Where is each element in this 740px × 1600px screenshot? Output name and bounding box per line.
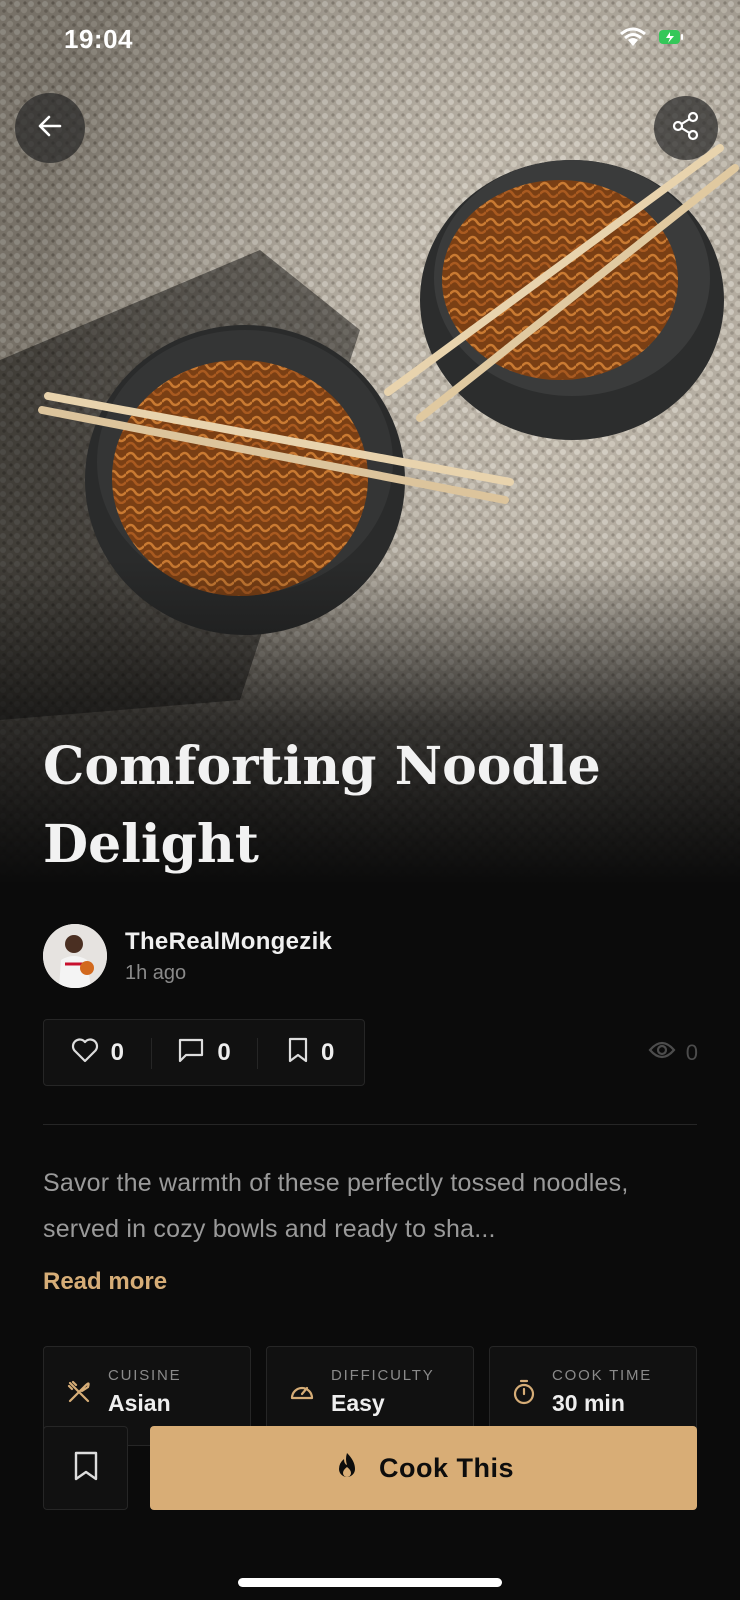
- comment-icon: [177, 1037, 205, 1068]
- wifi-icon: [618, 26, 648, 53]
- like-button[interactable]: 0: [44, 1020, 151, 1085]
- divider: [43, 1124, 697, 1125]
- timer-icon: [512, 1379, 536, 1410]
- save-count: 0: [321, 1038, 335, 1066]
- eye-icon: [648, 1040, 676, 1066]
- recipe-title: Comforting Noodle Delight: [43, 736, 601, 875]
- back-button[interactable]: [15, 93, 85, 163]
- cuisine-value: Asian: [108, 1390, 171, 1416]
- author-row[interactable]: TheRealMongezik 1h ago: [43, 924, 332, 988]
- cook-time-value: 30 min: [552, 1390, 625, 1416]
- avatar[interactable]: [43, 924, 107, 988]
- recipe-detail-screen: 19:04 Comforting Noodle Delight TheRealM…: [0, 0, 740, 1600]
- engagement-stats: 0 0 0: [43, 1019, 365, 1086]
- status-time: 19:04: [64, 24, 133, 54]
- save-count-button[interactable]: 0: [257, 1020, 364, 1085]
- home-indicator[interactable]: [238, 1578, 502, 1587]
- bookmark-button[interactable]: [43, 1426, 128, 1510]
- status-icons: [618, 26, 684, 53]
- read-more-link[interactable]: Read more: [43, 1268, 167, 1296]
- share-icon: [671, 111, 701, 146]
- flame-icon: [333, 1451, 361, 1486]
- bookmark-icon: [287, 1037, 309, 1068]
- share-button[interactable]: [654, 96, 718, 160]
- difficulty-label: DIFFICULTY: [331, 1367, 435, 1384]
- cook-time-label: COOK TIME: [552, 1367, 653, 1384]
- battery-icon: [658, 28, 684, 51]
- bookmark-icon: [73, 1451, 99, 1486]
- post-time: 1h ago: [125, 961, 187, 984]
- view-count: 0: [648, 1040, 698, 1066]
- utensils-icon: [66, 1379, 92, 1410]
- cook-this-button[interactable]: Cook This: [150, 1426, 697, 1510]
- cuisine-label: CUISINE: [108, 1367, 182, 1384]
- comment-count: 0: [217, 1038, 231, 1066]
- cook-this-label: Cook This: [378, 1452, 514, 1483]
- comment-button[interactable]: 0: [150, 1020, 258, 1085]
- recipe-description: Savor the warmth of these perfectly toss…: [43, 1169, 629, 1243]
- gauge-icon: [289, 1379, 315, 1408]
- author-name[interactable]: TheRealMongezik: [125, 928, 332, 956]
- difficulty-value: Easy: [331, 1390, 385, 1416]
- heart-icon: [71, 1037, 99, 1068]
- like-count: 0: [110, 1038, 125, 1066]
- arrow-left-icon: [36, 112, 64, 145]
- view-count-value: 0: [685, 1040, 698, 1065]
